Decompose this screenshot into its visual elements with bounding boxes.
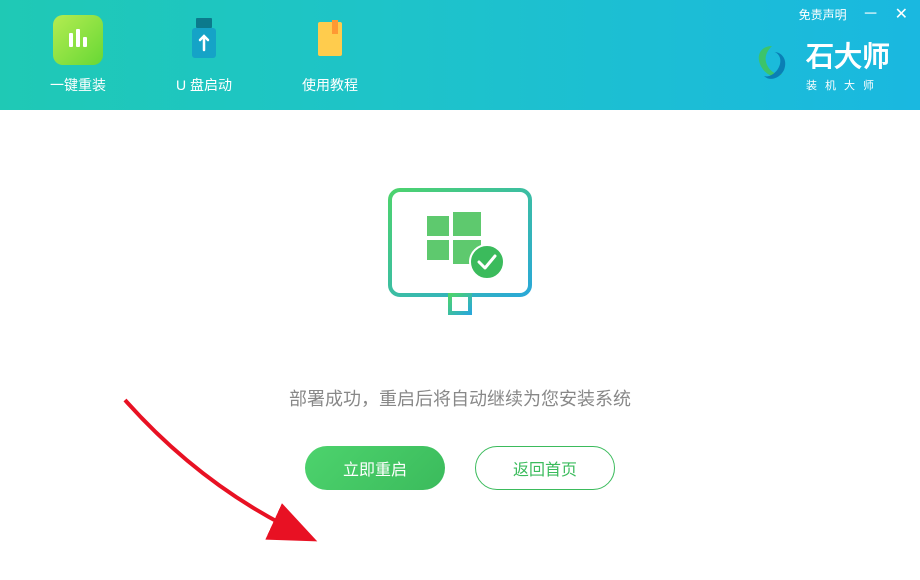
close-button[interactable]: ✕ xyxy=(895,7,908,23)
bars-icon xyxy=(53,15,103,65)
tab-usb-boot[interactable]: U 盘启动 xyxy=(166,5,242,105)
book-icon xyxy=(305,15,355,65)
status-message: 部署成功，重启后将自动继续为您安装系统 xyxy=(289,385,631,411)
minimize-button[interactable]: － xyxy=(863,7,879,23)
tab-label: U 盘启动 xyxy=(176,75,232,95)
home-button[interactable]: 返回首页 xyxy=(475,446,615,490)
button-row: 立即重启 返回首页 xyxy=(305,446,615,490)
tab-label: 使用教程 xyxy=(302,75,358,95)
app-header: 免责声明 － ✕ 一键重装 U 盘启动 xyxy=(0,0,920,110)
window-controls: 免责声明 － ✕ xyxy=(799,6,908,23)
brand-title: 石大师 xyxy=(806,35,890,75)
restart-button[interactable]: 立即重启 xyxy=(305,446,445,490)
monitor-success-icon xyxy=(375,180,545,345)
main-content: 部署成功，重启后将自动继续为您安装系统 立即重启 返回首页 xyxy=(0,110,920,490)
brand-logo-icon xyxy=(750,42,794,86)
tab-reinstall[interactable]: 一键重装 xyxy=(40,5,116,105)
tab-label: 一键重装 xyxy=(50,75,106,95)
disclaimer-link[interactable]: 免责声明 xyxy=(799,6,847,23)
brand-subtitle: 装机大师 xyxy=(806,77,890,93)
brand-area: 石大师 装机大师 xyxy=(750,35,890,93)
tab-tutorial[interactable]: 使用教程 xyxy=(292,5,368,105)
annotation-arrow-icon xyxy=(115,390,335,560)
usb-icon xyxy=(179,15,229,65)
tab-bar: 一键重装 U 盘启动 使用教程 xyxy=(40,5,368,105)
